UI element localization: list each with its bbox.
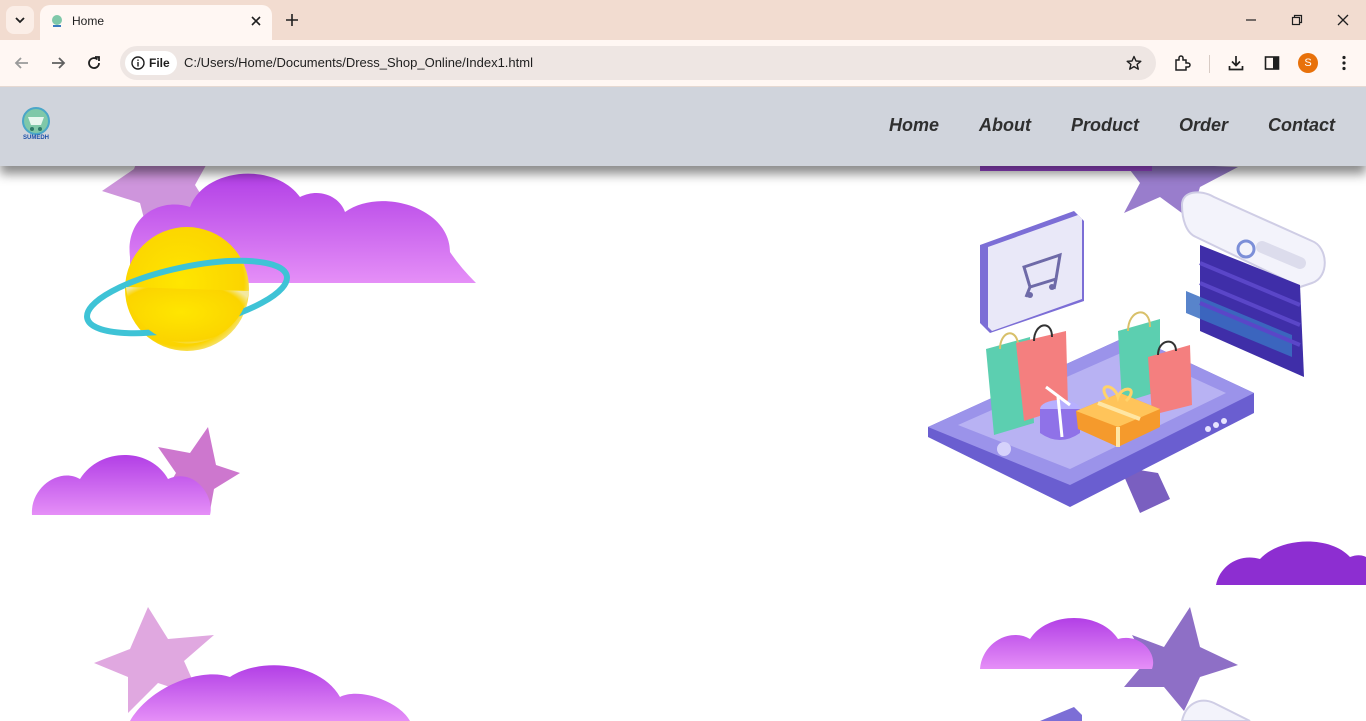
web-page: SUMEDH Home About Product Order Contact [0, 87, 1366, 721]
forward-button[interactable] [44, 49, 72, 77]
logo-text: SUMEDH [22, 135, 49, 141]
shopping-illustration [928, 191, 1326, 513]
cart-card-bottom-sliver [1040, 707, 1082, 721]
tab-title: Home [72, 14, 105, 28]
cloud-right-edge [1216, 541, 1366, 585]
tab-close-button[interactable] [248, 13, 264, 29]
nav-link-order[interactable]: Order [1179, 115, 1228, 136]
nav-link-product[interactable]: Product [1071, 115, 1139, 136]
back-icon [14, 57, 28, 69]
tab-search-icon [15, 17, 25, 24]
plus-icon [286, 14, 298, 26]
reload-icon [88, 56, 100, 69]
menu-button[interactable] [1330, 49, 1358, 77]
side-panel-icon [1264, 56, 1280, 70]
info-icon [131, 56, 145, 70]
close-icon [251, 16, 261, 26]
site-favicon-icon [52, 15, 62, 27]
minimize-button[interactable] [1238, 8, 1264, 32]
nav-link-contact[interactable]: Contact [1268, 115, 1335, 136]
new-tab-button[interactable] [282, 10, 302, 30]
downloads-button[interactable] [1222, 49, 1250, 77]
site-info-chip[interactable]: File [125, 51, 177, 75]
extensions-button[interactable] [1168, 49, 1196, 77]
site-chip-label: File [149, 56, 170, 70]
browser-toolbar: File C:/Users/Home/Documents/Dress_Shop_… [0, 40, 1366, 87]
more-icon [1342, 55, 1346, 71]
restore-icon [1291, 14, 1303, 26]
close-window-button[interactable] [1330, 8, 1356, 32]
background-artwork [31, 127, 1366, 721]
side-panel-button[interactable] [1258, 49, 1286, 77]
profile-avatar[interactable]: S [1298, 53, 1318, 73]
address-bar[interactable]: File C:/Users/Home/Documents/Dress_Shop_… [120, 46, 1156, 80]
reload-button[interactable] [80, 49, 108, 77]
cloud-bottom-right [980, 618, 1154, 669]
bookmark-button[interactable] [1122, 51, 1146, 75]
browser-tabstrip: Home [0, 0, 1366, 40]
nav-link-home[interactable]: Home [889, 115, 939, 136]
download-icon [1228, 56, 1244, 71]
star-icon [1126, 55, 1142, 70]
url-text[interactable]: C:/Users/Home/Documents/Dress_Shop_Onlin… [184, 55, 533, 70]
logo-emblem-icon [22, 107, 50, 135]
close-window-icon [1337, 14, 1349, 26]
site-logo[interactable]: SUMEDH [16, 107, 56, 149]
extensions-icon [1175, 55, 1191, 71]
site-navbar: SUMEDH Home About Product Order Contact [0, 87, 1366, 166]
back-button[interactable] [8, 49, 36, 77]
minimize-icon [1246, 19, 1256, 21]
forward-icon [52, 57, 66, 69]
restore-button[interactable] [1284, 8, 1310, 32]
tab-search-button[interactable] [6, 6, 34, 34]
browser-tab-home[interactable]: Home [40, 5, 272, 40]
search-bar-bottom-sliver [1180, 699, 1251, 721]
toolbar-separator [1209, 55, 1210, 73]
nav-link-about[interactable]: About [979, 115, 1031, 136]
